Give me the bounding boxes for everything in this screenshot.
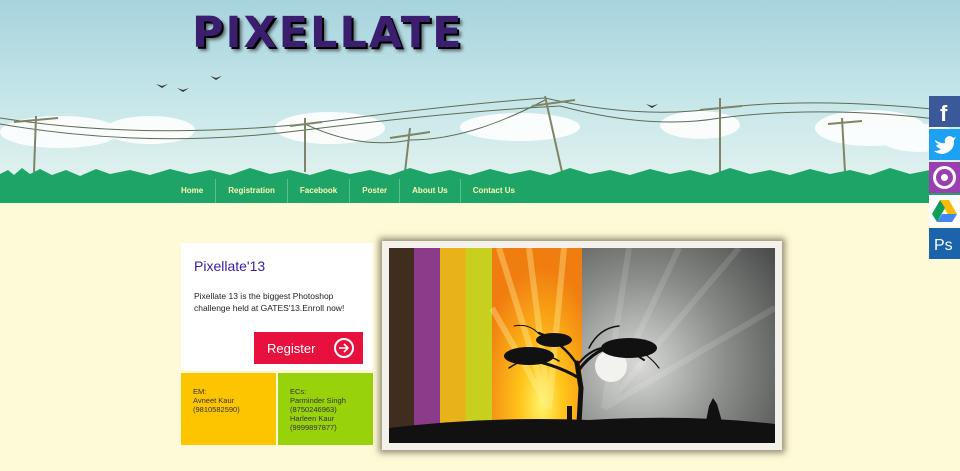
nav-item-contact-us[interactable]: Contact Us [461,179,527,203]
poster-image[interactable] [382,241,782,450]
facebook-icon[interactable]: f [929,96,960,127]
banner-scenery [0,76,960,180]
nav-item-poster[interactable]: Poster [350,179,401,203]
register-button[interactable]: Register [254,332,363,364]
picasa-icon[interactable] [929,162,960,193]
twitter-icon[interactable] [929,129,960,160]
register-button-label: Register [267,340,316,356]
svg-text:Ps: Ps [934,237,953,254]
main-nav: Home Registration Facebook Poster About … [0,179,960,203]
em-phone: (9810582590) [193,405,240,414]
em-heading: EM: [193,387,207,396]
ec-heading: ECs: [290,387,307,396]
photoshop-icon[interactable]: Ps [929,228,960,259]
ec-name: Parminder Singh [290,396,346,405]
nav-item-registration[interactable]: Registration [216,179,288,203]
ec-contact-box: ECs: Parminder Singh (8750246963) Harlee… [278,373,373,445]
arrow-right-icon [334,338,354,358]
ec-name: Harleen Kaur [290,414,335,423]
google-drive-icon[interactable] [929,195,960,226]
em-name: Avneet Kaur [193,396,235,405]
card-title: Pixellate'13 [194,258,266,274]
em-contact-box: EM: Avneet Kaur (9810582590) [181,373,276,445]
nav-item-about-us[interactable]: About Us [400,179,461,203]
card-description: Pixellate 13 is the biggest Photoshop ch… [194,291,345,313]
intro-card: Pixellate'13 Pixellate 13 is the biggest… [181,243,373,370]
nav-item-home[interactable]: Home [169,179,217,203]
ec-phone: (9999897877) [290,423,337,432]
ec-phone: (8750246963) [290,405,337,414]
svg-text:f: f [940,101,948,126]
site-logo[interactable]: PIXELLATE [192,8,464,58]
poster-artwork [389,248,775,443]
nav-item-facebook[interactable]: Facebook [288,179,351,203]
header-banner: PIXELLATE [0,0,960,203]
